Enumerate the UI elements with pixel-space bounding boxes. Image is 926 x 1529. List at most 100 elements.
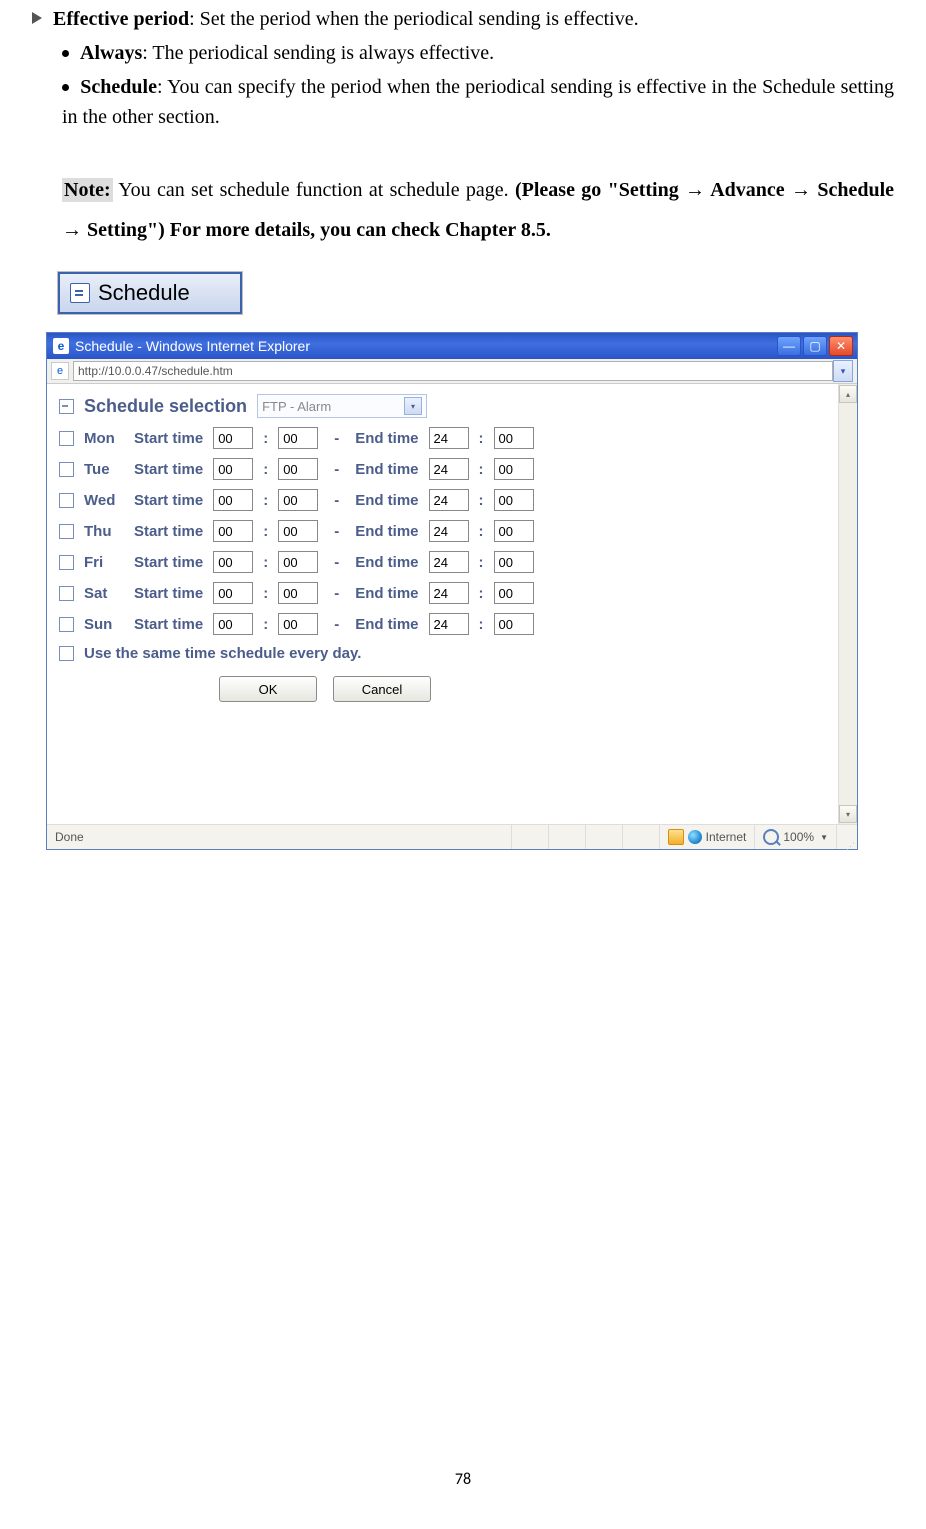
- close-button[interactable]: ✕: [829, 336, 853, 356]
- day-name: Sat: [84, 585, 124, 602]
- schedule-label: Schedule: [80, 76, 157, 98]
- start-min-input[interactable]: 00: [278, 582, 318, 604]
- url-dropdown-button[interactable]: ▾: [833, 360, 853, 382]
- start-min-input[interactable]: 00: [278, 427, 318, 449]
- end-time-label: End time: [355, 430, 418, 447]
- resize-grip-icon[interactable]: ⋰: [837, 823, 857, 851]
- day-checkbox[interactable]: [59, 555, 74, 570]
- note-paragraph: Note: You can set schedule function at s…: [32, 170, 894, 250]
- schedule-tab-text: Schedule: [98, 280, 190, 306]
- end-hour-input[interactable]: 24: [429, 458, 469, 480]
- zoom-icon: [763, 829, 779, 845]
- schedule-select-value: FTP - Alarm: [262, 399, 331, 414]
- day-checkbox[interactable]: [59, 524, 74, 539]
- bullet-icon: [62, 84, 69, 91]
- note-text-1: You can set schedule function at schedul…: [113, 179, 515, 201]
- always-text: : The periodical sending is always effec…: [142, 42, 494, 64]
- scroll-down-button[interactable]: ▾: [839, 805, 857, 823]
- end-hour-input[interactable]: 24: [429, 551, 469, 573]
- end-min-input[interactable]: 00: [494, 520, 534, 542]
- day-checkbox[interactable]: [59, 493, 74, 508]
- start-hour-input[interactable]: 00: [213, 520, 253, 542]
- day-name: Fri: [84, 554, 124, 571]
- start-hour-input[interactable]: 00: [213, 613, 253, 635]
- start-min-input[interactable]: 00: [278, 489, 318, 511]
- end-min-input[interactable]: 00: [494, 489, 534, 511]
- day-checkbox[interactable]: [59, 462, 74, 477]
- day-row: SunStart time00:00-End time24:00: [59, 613, 826, 635]
- cancel-button[interactable]: Cancel: [333, 676, 431, 702]
- start-hour-input[interactable]: 00: [213, 582, 253, 604]
- doc-line-schedule: Schedule: You can specify the period whe…: [32, 72, 894, 132]
- day-row: SatStart time00:00-End time24:00: [59, 582, 826, 604]
- start-time-label: Start time: [134, 585, 203, 602]
- section-icon: [59, 399, 74, 414]
- end-time-label: End time: [355, 554, 418, 571]
- section-title: Schedule selection: [84, 396, 247, 417]
- status-zoom[interactable]: 100% ▼: [755, 825, 837, 849]
- day-row: WedStart time00:00-End time24:00: [59, 489, 826, 511]
- schedule-tab-button[interactable]: Schedule: [58, 272, 242, 314]
- start-hour-input[interactable]: 00: [213, 427, 253, 449]
- ok-button[interactable]: OK: [219, 676, 317, 702]
- day-checkbox[interactable]: [59, 617, 74, 632]
- page-number: 78: [32, 1470, 894, 1489]
- start-hour-input[interactable]: 00: [213, 458, 253, 480]
- end-time-label: End time: [355, 585, 418, 602]
- start-min-input[interactable]: 00: [278, 458, 318, 480]
- shield-icon: [668, 829, 684, 845]
- chevron-icon: [32, 12, 42, 24]
- scroll-up-button[interactable]: ▴: [839, 385, 857, 403]
- start-hour-input[interactable]: 00: [213, 489, 253, 511]
- day-name: Thu: [84, 523, 124, 540]
- status-zone: Internet: [660, 825, 756, 849]
- status-zoom-text: 100%: [783, 830, 814, 844]
- end-min-input[interactable]: 00: [494, 427, 534, 449]
- globe-icon: [688, 830, 702, 844]
- end-hour-input[interactable]: 24: [429, 582, 469, 604]
- chevron-down-icon: ▾: [404, 397, 422, 415]
- end-hour-input[interactable]: 24: [429, 520, 469, 542]
- end-hour-input[interactable]: 24: [429, 427, 469, 449]
- end-hour-input[interactable]: 24: [429, 613, 469, 635]
- schedule-text: : You can specify the period when the pe…: [62, 76, 894, 128]
- status-done: Done: [47, 825, 512, 849]
- start-time-label: Start time: [134, 523, 203, 540]
- start-time-label: Start time: [134, 492, 203, 509]
- day-row: FriStart time00:00-End time24:00: [59, 551, 826, 573]
- day-name: Tue: [84, 461, 124, 478]
- vertical-scrollbar[interactable]: ▴ ▾: [838, 384, 857, 824]
- start-time-label: Start time: [134, 554, 203, 571]
- end-time-label: End time: [355, 523, 418, 540]
- url-field[interactable]: http://10.0.0.47/schedule.htm: [73, 361, 833, 381]
- start-time-label: Start time: [134, 430, 203, 447]
- day-checkbox[interactable]: [59, 586, 74, 601]
- end-time-label: End time: [355, 461, 418, 478]
- minimize-button[interactable]: —: [777, 336, 801, 356]
- same-schedule-checkbox[interactable]: [59, 646, 74, 661]
- end-min-input[interactable]: 00: [494, 551, 534, 573]
- start-time-label: Start time: [134, 616, 203, 633]
- day-row: MonStart time00:00-End time24:00: [59, 427, 826, 449]
- schedule-select[interactable]: FTP - Alarm ▾: [257, 394, 427, 418]
- page-icon: e: [51, 362, 69, 380]
- effective-text: : Set the period when the periodical sen…: [189, 8, 639, 30]
- end-min-input[interactable]: 00: [494, 613, 534, 635]
- start-hour-input[interactable]: 00: [213, 551, 253, 573]
- status-bar: Done Internet 100% ▼ ⋰: [47, 824, 857, 849]
- start-min-input[interactable]: 00: [278, 613, 318, 635]
- start-min-input[interactable]: 00: [278, 551, 318, 573]
- day-row: TueStart time00:00-End time24:00: [59, 458, 826, 480]
- end-hour-input[interactable]: 24: [429, 489, 469, 511]
- always-label: Always: [80, 42, 142, 64]
- end-min-input[interactable]: 00: [494, 582, 534, 604]
- end-time-label: End time: [355, 492, 418, 509]
- titlebar: e Schedule - Windows Internet Explorer —…: [47, 333, 857, 359]
- day-checkbox[interactable]: [59, 431, 74, 446]
- end-min-input[interactable]: 00: [494, 458, 534, 480]
- maximize-button[interactable]: ▢: [803, 336, 827, 356]
- doc-line-effective: Effective period: Set the period when th…: [32, 4, 894, 34]
- schedule-icon: [70, 283, 90, 303]
- start-time-label: Start time: [134, 461, 203, 478]
- start-min-input[interactable]: 00: [278, 520, 318, 542]
